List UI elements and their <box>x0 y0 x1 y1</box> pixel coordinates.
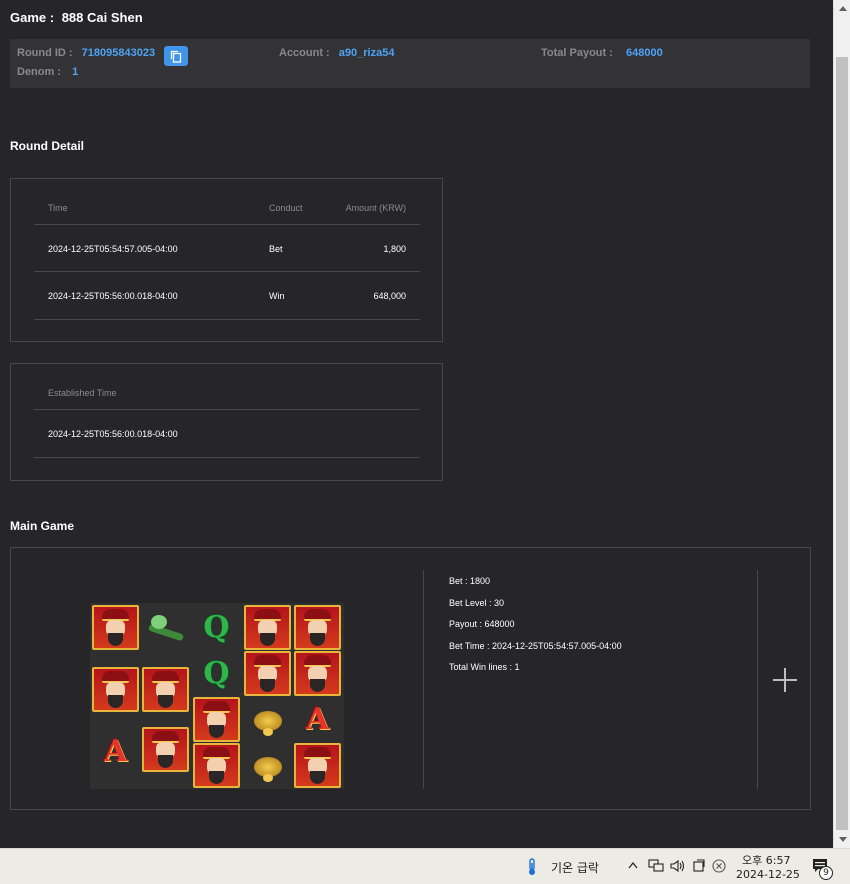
clock-time[interactable]: 오후 6:57 <box>742 852 790 868</box>
account-value: a90_riza54 <box>338 47 395 59</box>
cai-shen-symbol <box>244 651 291 696</box>
cai-shen-symbol <box>193 743 240 788</box>
header-conduct: Conduct <box>269 203 303 213</box>
page: Game : 888 Cai Shen Round ID : 718095843… <box>0 0 833 848</box>
main-game-title: Main Game <box>10 519 75 533</box>
cai-shen-symbol <box>294 743 341 788</box>
round-detail-panel: Time Conduct Amount (KRW) 2024-12-25T05:… <box>10 178 443 342</box>
divider <box>757 570 758 789</box>
arrow-down-icon <box>838 837 847 842</box>
cai-shen-symbol <box>294 651 341 696</box>
win-lines-text: Total Win lines : 1 <box>449 662 520 672</box>
main-game-panel: A Q Q A Bet : 1800 Bet Level : 30 Payout… <box>10 547 811 810</box>
row-conduct: Bet <box>269 244 283 254</box>
game-name: 888 Cai Shen <box>61 10 143 25</box>
scroll-up-button[interactable] <box>834 0 850 17</box>
game-title: Game : 888 Cai Shen <box>10 10 143 25</box>
expand-plus-icon[interactable] <box>773 668 797 692</box>
windows-taskbar: 기온 급락 오후 6:57 2024-12-25 9 <box>0 848 850 884</box>
cai-shen-symbol <box>92 605 139 650</box>
row-amount: 648,000 <box>373 291 406 301</box>
established-row: 2024-12-25T05:56:00.018-04:00 <box>34 410 420 458</box>
round-id-label: Round ID : <box>17 47 73 59</box>
cai-shen-symbol <box>92 667 139 712</box>
letter-q-symbol: Q <box>203 656 230 691</box>
round-id-field: Round ID : 718095843023 <box>17 47 155 59</box>
established-time-panel: Established Time 2024-12-25T05:56:00.018… <box>10 363 443 481</box>
row-conduct: Win <box>269 291 285 301</box>
scroll-down-button[interactable] <box>834 831 850 848</box>
account-field: Account : a90_riza54 <box>279 47 394 59</box>
vertical-scrollbar[interactable] <box>833 0 850 848</box>
header-time: Time <box>48 203 68 213</box>
golden-toad-symbol <box>244 697 291 742</box>
row-amount: 1,800 <box>383 244 406 254</box>
notification-badge: 9 <box>819 866 833 880</box>
total-payout-label: Total Payout : <box>541 47 613 59</box>
game-label: Game : <box>10 10 55 25</box>
denom-value: 1 <box>72 66 79 78</box>
ruyi-symbol <box>142 605 189 650</box>
established-header-row: Established Time <box>34 376 420 410</box>
letter-a-symbol: A <box>103 734 128 769</box>
cai-shen-symbol <box>244 605 291 650</box>
total-payout-value: 648000 <box>625 47 663 59</box>
established-header: Established Time <box>48 388 117 398</box>
account-label: Account : <box>279 47 330 59</box>
row-time: 2024-12-25T05:56:00.018-04:00 <box>48 291 178 301</box>
app-tray-icon[interactable] <box>692 859 706 873</box>
payout-text: Payout : 648000 <box>449 619 515 629</box>
denom-label: Denom : <box>17 66 61 78</box>
chevron-up-icon[interactable] <box>628 861 638 869</box>
network-icon[interactable] <box>648 859 664 873</box>
volume-icon[interactable] <box>670 859 686 873</box>
row-time: 2024-12-25T05:54:57.005-04:00 <box>48 244 178 254</box>
letter-a-symbol: A <box>305 702 330 737</box>
weather-text[interactable]: 기온 급락 <box>551 859 599 876</box>
golden-toad-symbol <box>244 743 291 788</box>
copy-icon <box>170 50 182 63</box>
established-value: 2024-12-25T05:56:00.018-04:00 <box>48 429 178 439</box>
round-id-value: 718095843023 <box>81 47 156 59</box>
bet-time-text: Bet Time : 2024-12-25T05:54:57.005-04:00 <box>449 641 622 651</box>
cai-shen-symbol <box>142 727 189 772</box>
bet-text: Bet : 1800 <box>449 576 491 586</box>
thermometer-icon[interactable] <box>526 858 538 876</box>
cai-shen-symbol <box>193 697 240 742</box>
clock-date[interactable]: 2024-12-25 <box>736 868 800 881</box>
round-detail-title: Round Detail <box>10 139 84 153</box>
table-row: 2024-12-25T05:56:00.018-04:00 Win 648,00… <box>34 272 420 320</box>
denom-field: Denom : 1 <box>17 66 78 78</box>
divider <box>423 570 424 789</box>
slot-reels: A Q Q A <box>90 603 344 789</box>
total-payout-field: Total Payout : 648000 <box>541 47 663 59</box>
header-amount: Amount (KRW) <box>345 203 406 213</box>
arrow-up-icon <box>838 6 847 11</box>
scroll-thumb[interactable] <box>836 57 848 830</box>
cai-shen-symbol <box>294 605 341 650</box>
table-header-row: Time Conduct Amount (KRW) <box>34 191 420 225</box>
round-info-bar: Round ID : 718095843023 Account : a90_ri… <box>10 39 810 88</box>
table-row: 2024-12-25T05:54:57.005-04:00 Bet 1,800 <box>34 225 420 272</box>
letter-q-symbol: Q <box>203 610 230 645</box>
copy-round-id-button[interactable] <box>164 46 188 66</box>
bet-level-text: Bet Level : 30 <box>449 598 505 608</box>
close-circle-icon[interactable] <box>712 859 726 873</box>
cai-shen-symbol <box>142 667 189 712</box>
